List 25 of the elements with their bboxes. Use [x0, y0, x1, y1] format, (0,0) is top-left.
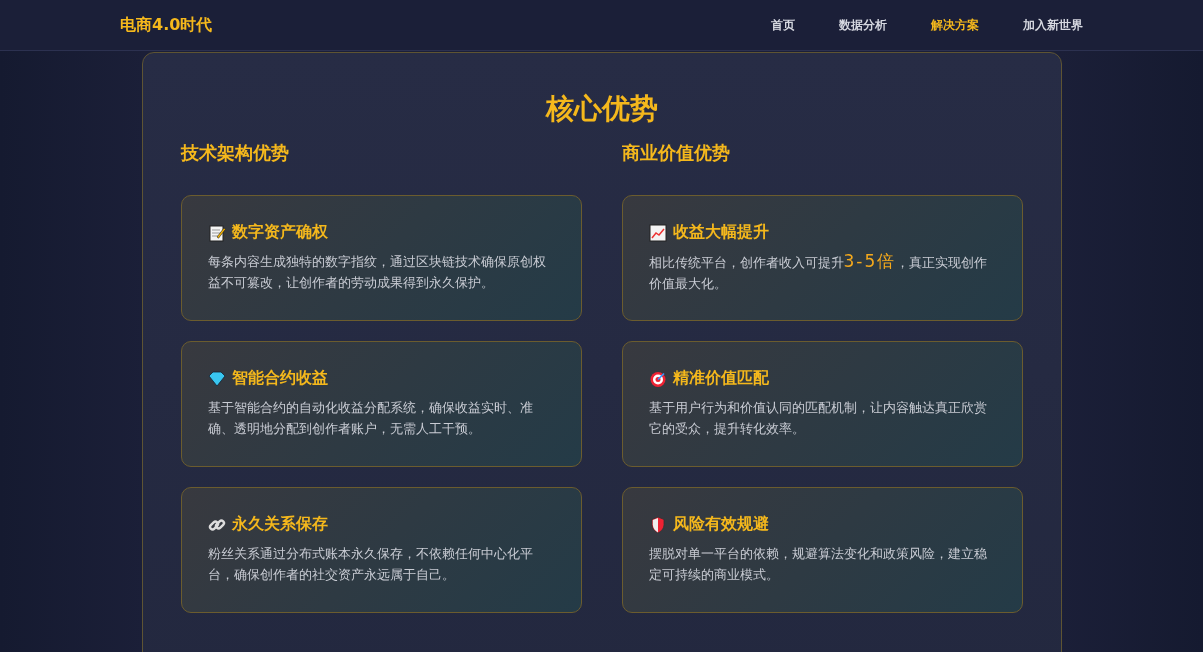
column-heading: 商业价值优势 — [621, 141, 731, 165]
card-description: 摆脱对单一平台的依赖，规避算法变化和政策风险，建立稳定可持续的商业模式。 — [648, 545, 988, 584]
shield-icon — [648, 515, 667, 534]
card-description: 基于智能合约的自动化收益分配系统，确保收益实时、准确、透明地分配到创作者账户，无需人工干预。 — [207, 399, 534, 438]
card-description: 每条内容生成独特的数字指纹，通过区块链技术确保原创权益不可篡改，让创作者的劳动成果得到永久保护。 — [207, 253, 547, 292]
column-heading: 技术架构优势 — [180, 141, 290, 165]
nav-link[interactable]: 首页 — [771, 17, 795, 33]
card-title: 收益大幅提升 — [672, 222, 769, 243]
gem-icon — [207, 369, 226, 388]
card-description: 相比传统平台，创作者收入可提升3-5倍，真正实现创作价值最大化。 — [648, 251, 989, 293]
notepad-icon — [207, 223, 226, 242]
card-description: 粉丝关系通过分布式账本永久保存，不依赖任何中心化平台，确保创作者的社交资产永远属于自己。 — [207, 545, 534, 584]
site-logo[interactable]: 电商4.0时代 — [120, 14, 771, 36]
target-icon — [648, 369, 667, 388]
nav-link[interactable]: 解决方案 — [931, 17, 979, 33]
card-title: 数字资产确权 — [231, 222, 328, 243]
card-title: 智能合约收益 — [231, 368, 328, 389]
nav-link[interactable]: 加入新世界 — [1023, 17, 1083, 33]
section-title: 核心优势 — [544, 91, 659, 127]
card-title: 风险有效规避 — [672, 514, 769, 535]
trend-chart-icon — [648, 223, 667, 242]
card-title: 永久关系保存 — [231, 514, 328, 535]
card-title: 精准价值匹配 — [672, 368, 769, 389]
nav-link[interactable]: 数据分析 — [839, 17, 887, 33]
card-description: 基于用户行为和价值认同的匹配机制，让内容触达真正欣赏它的受众，提升转化效率。 — [648, 399, 988, 438]
